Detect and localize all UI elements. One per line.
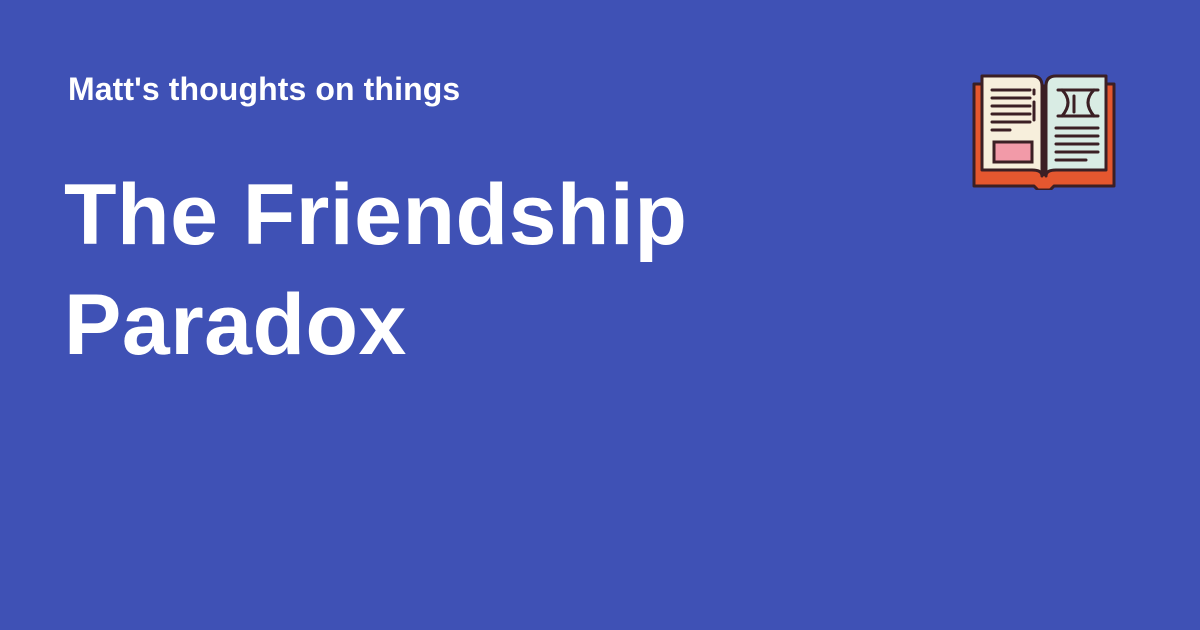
page-title: The Friendship Paradox — [64, 160, 864, 380]
site-name: Matt's thoughts on things — [68, 71, 461, 107]
open-book-icon — [972, 74, 1116, 190]
page-title-line-2: Paradox — [64, 277, 407, 373]
page-title-line-1: The Friendship — [64, 167, 688, 263]
share-card: { "site": { "name": "Matt's thoughts on … — [0, 0, 1200, 630]
